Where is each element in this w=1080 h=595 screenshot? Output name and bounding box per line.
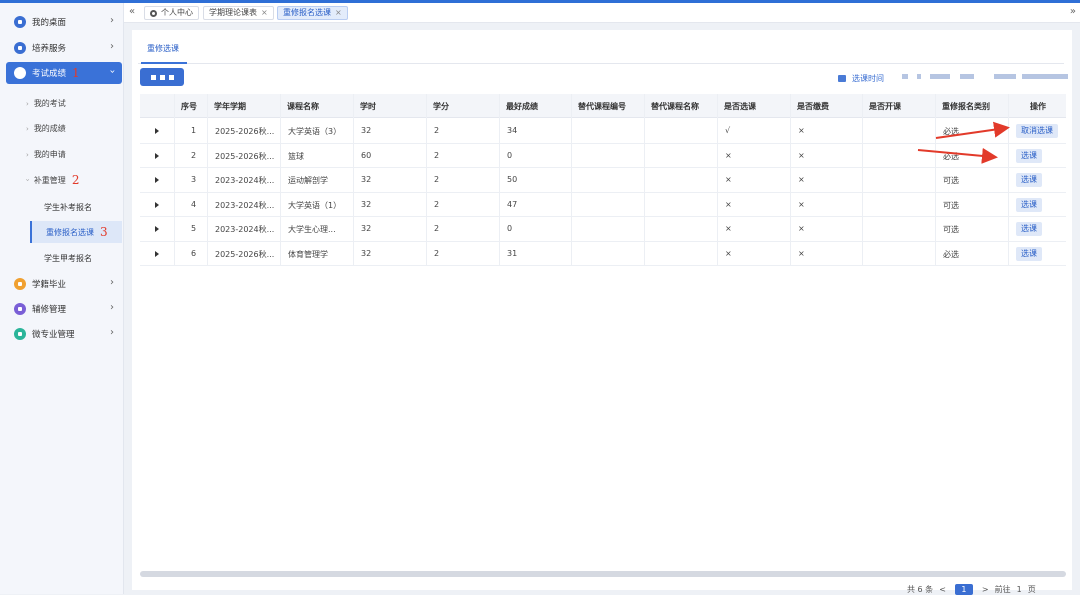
annotation-arrows xyxy=(917,121,1010,164)
annotation-arrow xyxy=(917,147,998,164)
annotation-arrow xyxy=(935,121,1010,139)
